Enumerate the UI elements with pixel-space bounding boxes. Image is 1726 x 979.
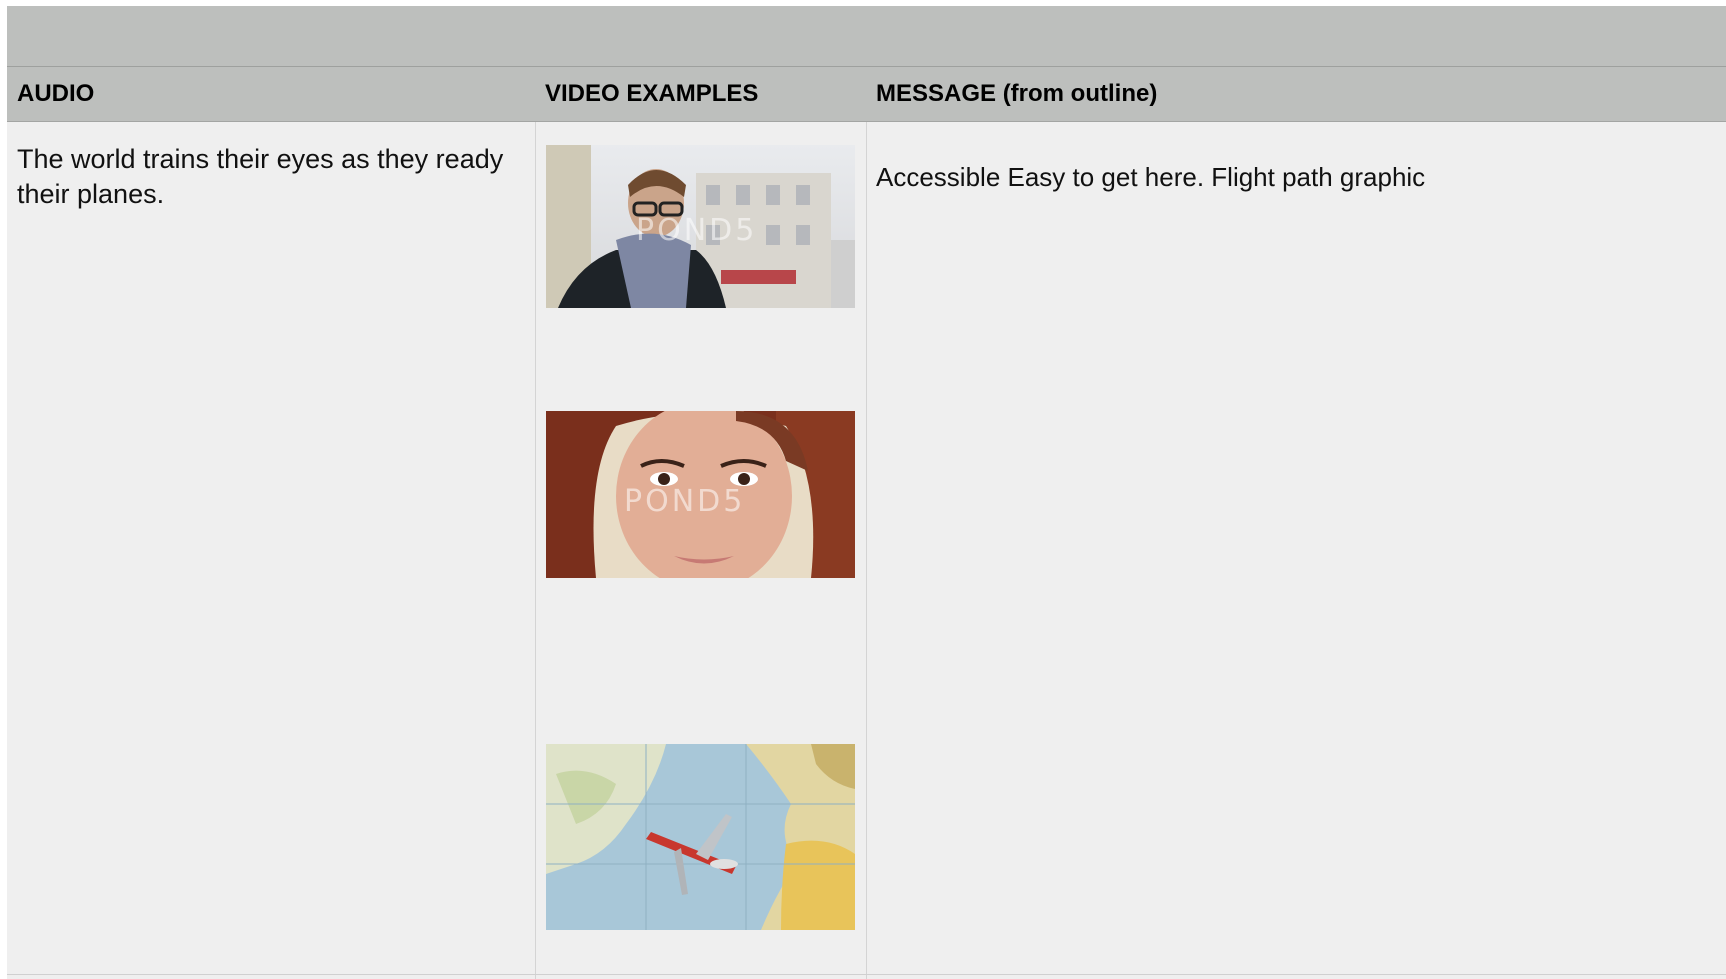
table-row: The world trains their eyes as they read… (7, 122, 1726, 979)
column-divider (535, 122, 536, 979)
table-title-bar (7, 6, 1726, 67)
header-message: MESSAGE (from outline) (876, 80, 1158, 107)
column-divider (866, 122, 867, 979)
pond5-watermark: POND5 (636, 213, 757, 248)
pond5-watermark: POND5 (624, 484, 745, 519)
woman-headscarf-thumbnail: POND5 (546, 411, 855, 578)
audio-cell-text: The world trains their eyes as they read… (17, 144, 504, 209)
airplane-on-map-thumbnail (546, 744, 855, 930)
table-header-row: AUDIO VIDEO EXAMPLES MESSAGE (from outli… (7, 67, 1726, 122)
header-video-examples: VIDEO EXAMPLES (545, 80, 759, 107)
message-cell-text: Accessible Easy to get here. Flight path… (876, 162, 1426, 192)
header-audio: AUDIO (17, 80, 95, 107)
man-in-scarf-thumbnail: POND5 (546, 145, 855, 308)
document-page: AUDIO VIDEO EXAMPLES MESSAGE (from outli… (7, 6, 1726, 979)
table-bottom-border (7, 974, 1726, 975)
